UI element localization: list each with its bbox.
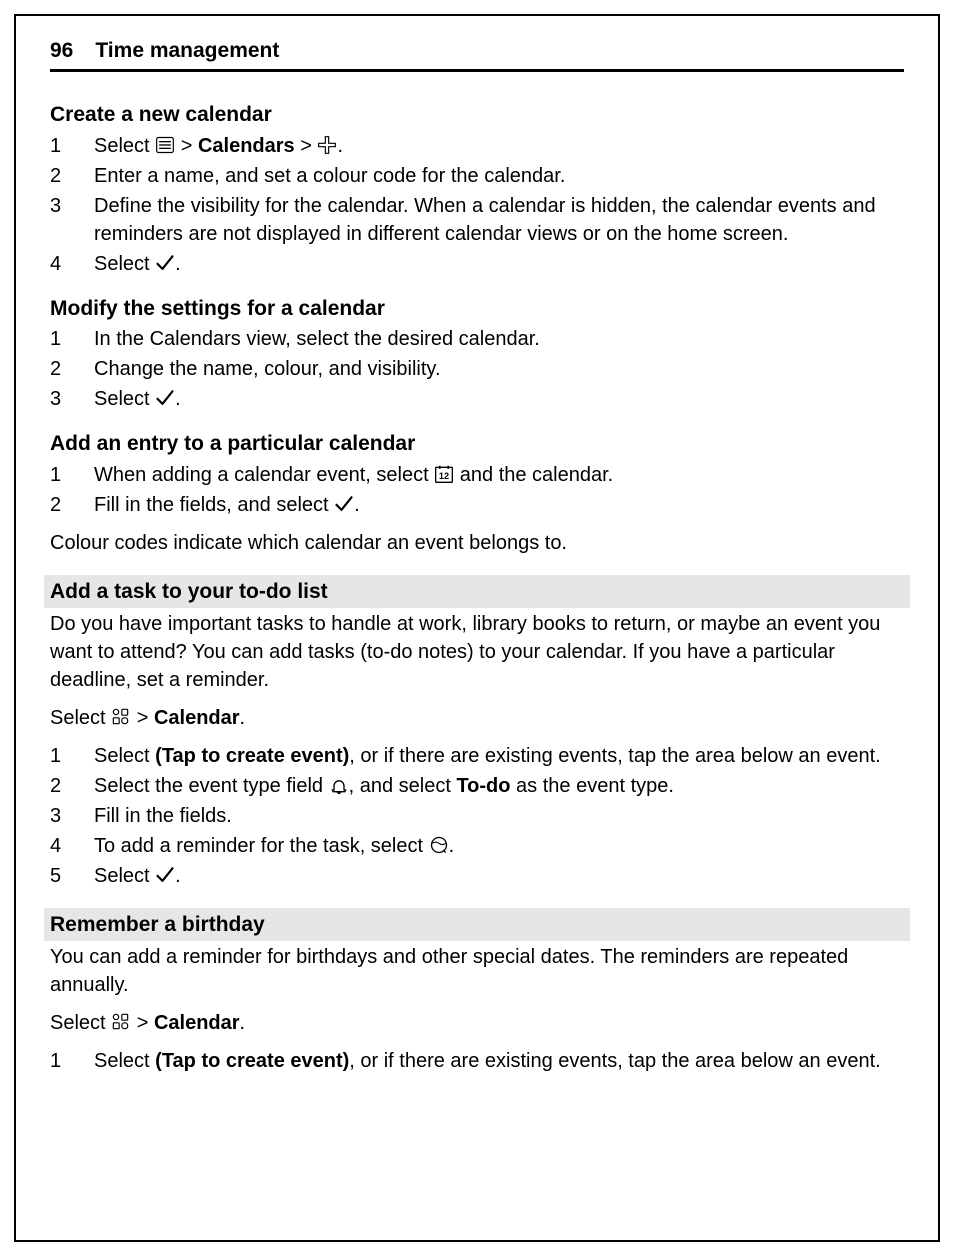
step-number: 3 — [50, 385, 94, 413]
heading-add-task: Add a task to your to-do list — [44, 575, 910, 608]
list-item: 1 Select (Tap to create event), or if th… — [50, 742, 904, 770]
step-number: 2 — [50, 162, 94, 190]
list-item: 1 In the Calendars view, select the desi… — [50, 325, 904, 353]
step-text: In the Calendars view, select the desire… — [94, 325, 904, 353]
checkmark-icon — [155, 388, 175, 408]
list-item: 1 Select > Calendars > . — [50, 132, 904, 160]
step-text: Select . — [94, 250, 904, 278]
step-text: Select . — [94, 385, 904, 413]
intro-birthday: You can add a reminder for birthdays and… — [50, 943, 904, 999]
step-number: 1 — [50, 325, 94, 353]
step-text: Select (Tap to create event), or if ther… — [94, 1047, 904, 1075]
list-item: 3 Select . — [50, 385, 904, 413]
step-number: 1 — [50, 742, 94, 770]
step-number: 3 — [50, 192, 94, 220]
reminder-icon — [429, 835, 449, 855]
step-number: 1 — [50, 1047, 94, 1075]
chapter-title: Time management — [95, 39, 279, 62]
page-header: 96 Time management — [50, 36, 904, 72]
menu-icon — [155, 135, 175, 155]
step-number: 2 — [50, 772, 94, 800]
step-text: Fill in the fields, and select . — [94, 491, 904, 519]
checkmark-icon — [155, 865, 175, 885]
step-text: Change the name, colour, and visibility. — [94, 355, 904, 383]
step-number: 3 — [50, 802, 94, 830]
step-number: 2 — [50, 491, 94, 519]
heading-birthday: Remember a birthday — [44, 908, 910, 941]
list-item: 2 Fill in the fields, and select . — [50, 491, 904, 519]
step-text: Fill in the fields. — [94, 802, 904, 830]
bell-icon — [329, 775, 349, 795]
step-text: Select the event type field , and select… — [94, 772, 904, 800]
list-modify-calendar: 1 In the Calendars view, select the desi… — [50, 325, 904, 413]
calendar-12-icon — [434, 464, 454, 484]
page-number: 96 — [50, 39, 73, 62]
step-text: When adding a calendar event, select and… — [94, 461, 904, 489]
list-item: 2 Change the name, colour, and visibilit… — [50, 355, 904, 383]
list-add-entry: 1 When adding a calendar event, select a… — [50, 461, 904, 519]
note-colour-codes: Colour codes indicate which calendar an … — [50, 529, 904, 557]
step-number: 4 — [50, 250, 94, 278]
list-item: 3 Define the visibility for the calendar… — [50, 192, 904, 248]
heading-add-entry: Add an entry to a particular calendar — [50, 429, 904, 458]
list-item: 1 Select (Tap to create event), or if th… — [50, 1047, 904, 1075]
heading-create-calendar: Create a new calendar — [50, 100, 904, 129]
list-item: 4 To add a reminder for the task, select… — [50, 832, 904, 860]
step-text: Select > Calendars > . — [94, 132, 904, 160]
checkmark-icon — [334, 494, 354, 514]
step-number: 1 — [50, 461, 94, 489]
list-item: 3 Fill in the fields. — [50, 802, 904, 830]
step-text: To add a reminder for the task, select . — [94, 832, 904, 860]
list-item: 2 Enter a name, and set a colour code fo… — [50, 162, 904, 190]
apps-icon — [111, 1012, 131, 1032]
list-add-task: 1 Select (Tap to create event), or if th… — [50, 742, 904, 890]
list-birthday: 1 Select (Tap to create event), or if th… — [50, 1047, 904, 1075]
heading-modify-calendar: Modify the settings for a calendar — [50, 294, 904, 323]
step-text: Select (Tap to create event), or if ther… — [94, 742, 904, 770]
step-number: 1 — [50, 132, 94, 160]
select-path-birthday: Select > Calendar. — [50, 1009, 904, 1037]
list-item: 5 Select . — [50, 862, 904, 890]
list-create-calendar: 1 Select > Calendars > . 2 Enter a name,… — [50, 132, 904, 278]
select-path-todo: Select > Calendar. — [50, 704, 904, 732]
step-number: 2 — [50, 355, 94, 383]
step-text: Select . — [94, 862, 904, 890]
plus-icon — [317, 135, 337, 155]
list-item: 1 When adding a calendar event, select a… — [50, 461, 904, 489]
step-text: Enter a name, and set a colour code for … — [94, 162, 904, 190]
list-item: 2 Select the event type field , and sele… — [50, 772, 904, 800]
step-number: 4 — [50, 832, 94, 860]
apps-icon — [111, 707, 131, 727]
document-page: 96Time management Create a new calendar … — [14, 14, 940, 1242]
checkmark-icon — [155, 253, 175, 273]
step-text: Define the visibility for the calendar. … — [94, 192, 904, 248]
list-item: 4 Select . — [50, 250, 904, 278]
intro-add-task: Do you have important tasks to handle at… — [50, 610, 904, 694]
step-number: 5 — [50, 862, 94, 890]
